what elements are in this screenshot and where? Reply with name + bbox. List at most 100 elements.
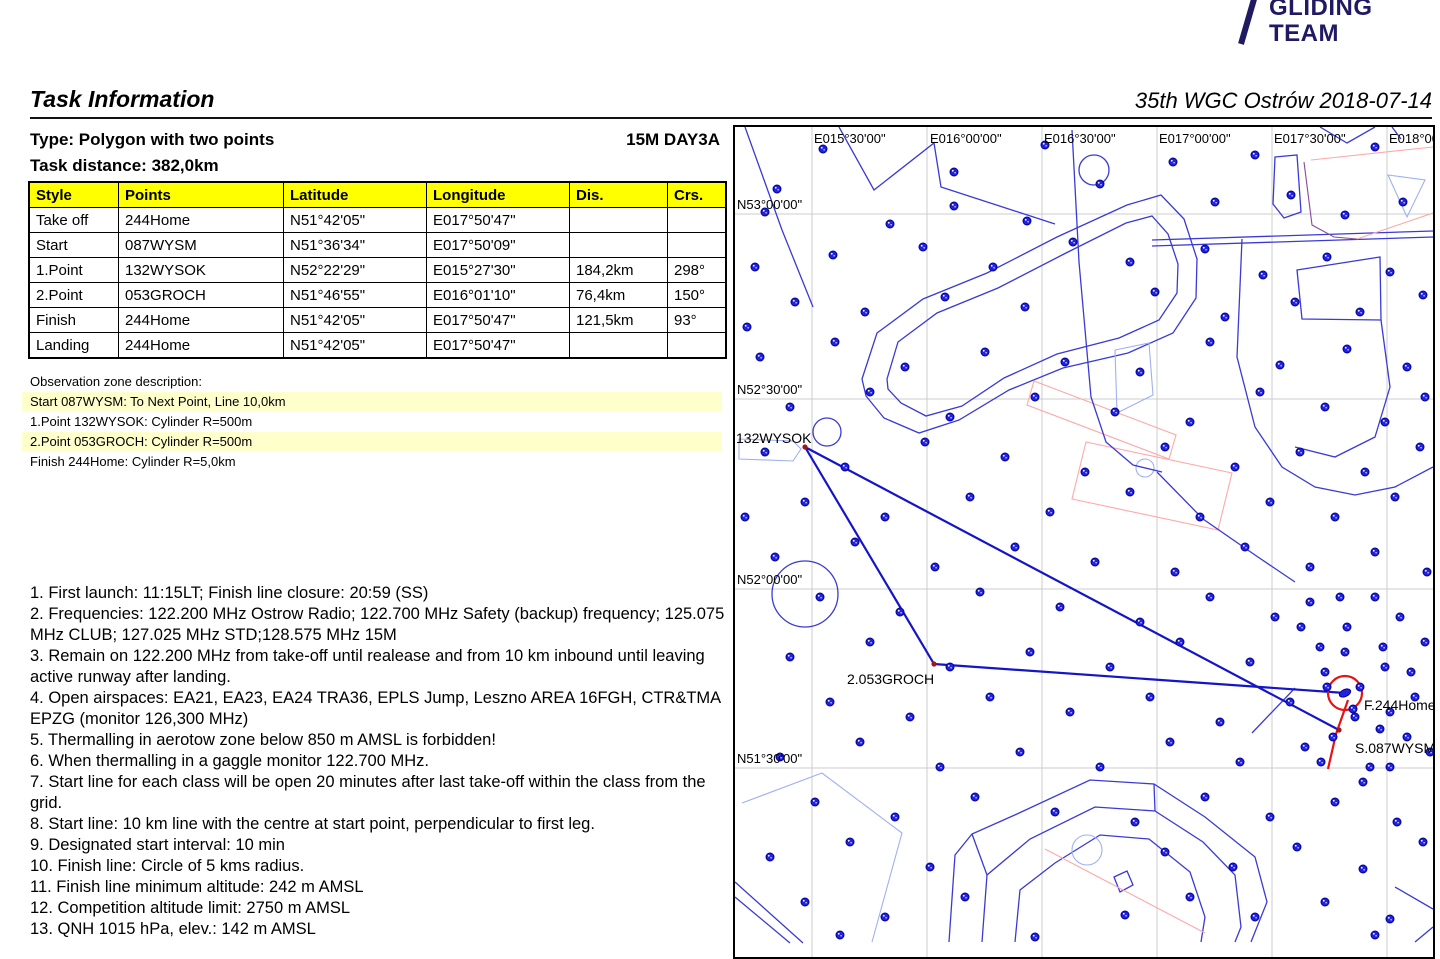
waypoint-dot <box>1021 303 1029 311</box>
waypoint-dot-speck <box>975 797 976 798</box>
waypoint-dot-speck <box>1208 340 1210 342</box>
table-cell: Finish <box>29 308 119 333</box>
waypoint-dot <box>936 763 944 771</box>
waypoint-dot-speck <box>1253 153 1255 155</box>
table-cell: E017°50'09" <box>427 233 570 258</box>
waypoint-dot-speck <box>1383 647 1384 648</box>
waypoint-dot-speck <box>1018 750 1020 752</box>
waypoint-dot-speck <box>1178 640 1180 642</box>
waypoint-dot-speck <box>1263 275 1264 276</box>
waypoint-dot-speck <box>1365 472 1366 473</box>
waypoint-dot-speck <box>1375 935 1376 936</box>
waypoint-dot <box>961 893 969 901</box>
waypoint-dot-speck <box>1180 642 1181 643</box>
waypoint-dot-speck <box>1395 820 1397 822</box>
waypoint-dot-speck <box>831 253 833 255</box>
waypoint-dot-speck <box>948 665 950 667</box>
waypoint-dot-speck <box>820 597 821 598</box>
waypoint-dot-speck <box>925 442 926 443</box>
waypoint-dot-speck <box>1293 300 1295 302</box>
waypoint-dot-speck <box>1125 915 1126 916</box>
waypoint-dot-speck <box>1303 745 1305 747</box>
waypoint-dot <box>1091 558 1099 566</box>
waypoint-dot <box>1419 838 1427 846</box>
observation-zone-heading: Observation zone description: <box>22 372 722 392</box>
waypoint-dot-speck <box>803 500 805 502</box>
task-note: 2. Frequencies: 122.200 MHz Ostrow Radio… <box>30 604 730 646</box>
waypoint-dot <box>786 403 794 411</box>
waypoint-dot <box>1051 808 1059 816</box>
longitude-label: E015°30'00" <box>814 131 886 146</box>
waypoint-dot-speck <box>1140 372 1141 373</box>
waypoint-dot-speck <box>1273 615 1275 617</box>
table-cell: 93° <box>668 308 727 333</box>
waypoint-dot-speck <box>1165 447 1166 448</box>
waypoint-dot-speck <box>1225 317 1226 318</box>
table-cell <box>570 233 668 258</box>
waypoint-dot-speck <box>1360 687 1361 688</box>
waypoint-dot <box>1336 593 1344 601</box>
waypoint-dot <box>1171 568 1179 576</box>
waypoint-dot-speck <box>868 390 870 392</box>
waypoint-dot-speck <box>1215 202 1216 203</box>
waypoint-dot-speck <box>1128 490 1130 492</box>
waypoint-dot-speck <box>1360 312 1361 313</box>
waypoint-dot-speck <box>1363 782 1364 783</box>
waypoint-dot <box>976 588 984 596</box>
waypoint-dot <box>950 202 958 210</box>
waypoint-dot-speck <box>1373 595 1375 597</box>
waypoint-dot <box>756 353 764 361</box>
waypoint-dot <box>1287 191 1295 199</box>
waypoint-dot-speck <box>1035 937 1036 938</box>
waypoint-dot-speck <box>1423 295 1424 296</box>
waypoint-dot-speck <box>1331 735 1333 737</box>
waypoint-dot-speck <box>1055 812 1056 813</box>
waypoint-label: S.087WYSM <box>1355 740 1433 756</box>
waypoint-dot-speck <box>753 265 755 267</box>
waypoint-dot-speck <box>793 300 795 302</box>
table-cell <box>668 208 727 233</box>
waypoint-dot <box>866 388 874 396</box>
waypoint-dot <box>1186 893 1194 901</box>
column-header: Points <box>119 182 284 208</box>
waypoint-dot-speck <box>768 855 770 857</box>
waypoint-dot <box>1023 217 1031 225</box>
waypoint-dot <box>1201 793 1209 801</box>
waypoint-dot-speck <box>970 497 971 498</box>
waypoint-dot <box>1061 358 1069 366</box>
waypoint-dot <box>1407 668 1415 676</box>
waypoint-dot <box>1386 268 1394 276</box>
logo-line2: TEAM <box>1269 20 1339 47</box>
waypoint-dot-speck <box>1275 617 1276 618</box>
waypoint-dot-speck <box>910 717 911 718</box>
airspace-polygon <box>1114 871 1133 892</box>
waypoint-dot <box>1096 180 1104 188</box>
waypoint-dot <box>886 220 894 228</box>
table-cell <box>570 208 668 233</box>
waypoint-dot-speck <box>952 170 954 172</box>
waypoint-dot <box>1206 593 1214 601</box>
waypoint-dot <box>1416 443 1424 451</box>
waypoint-dot-speck <box>1068 710 1070 712</box>
waypoint-dot-speck <box>828 700 830 702</box>
waypoint-dot-speck <box>1347 627 1348 628</box>
waypoint-dot-speck <box>838 933 840 935</box>
waypoint-dot <box>841 463 849 471</box>
waypoint-dot-speck <box>1373 145 1375 147</box>
waypoint-dot-speck <box>1135 822 1136 823</box>
waypoint-dot-speck <box>1333 800 1335 802</box>
waypoint-dot <box>851 538 859 546</box>
waypoint-dot-speck <box>1301 627 1302 628</box>
waypoint-dot-speck <box>923 247 924 248</box>
latitude-label: N51°30'00" <box>737 751 802 766</box>
task-leg <box>805 447 934 664</box>
waypoint-dot-speck <box>1320 647 1321 648</box>
waypoint-dot-speck <box>1373 933 1375 935</box>
waypoint-dot-speck <box>1130 262 1131 263</box>
page-title: Task Information <box>30 86 214 113</box>
waypoint-dot-speck <box>905 367 906 368</box>
waypoint-dot-speck <box>1060 607 1061 608</box>
waypoint-dot-speck <box>1388 270 1390 272</box>
waypoint-dot <box>1266 498 1274 506</box>
waypoint-dot <box>1081 468 1089 476</box>
